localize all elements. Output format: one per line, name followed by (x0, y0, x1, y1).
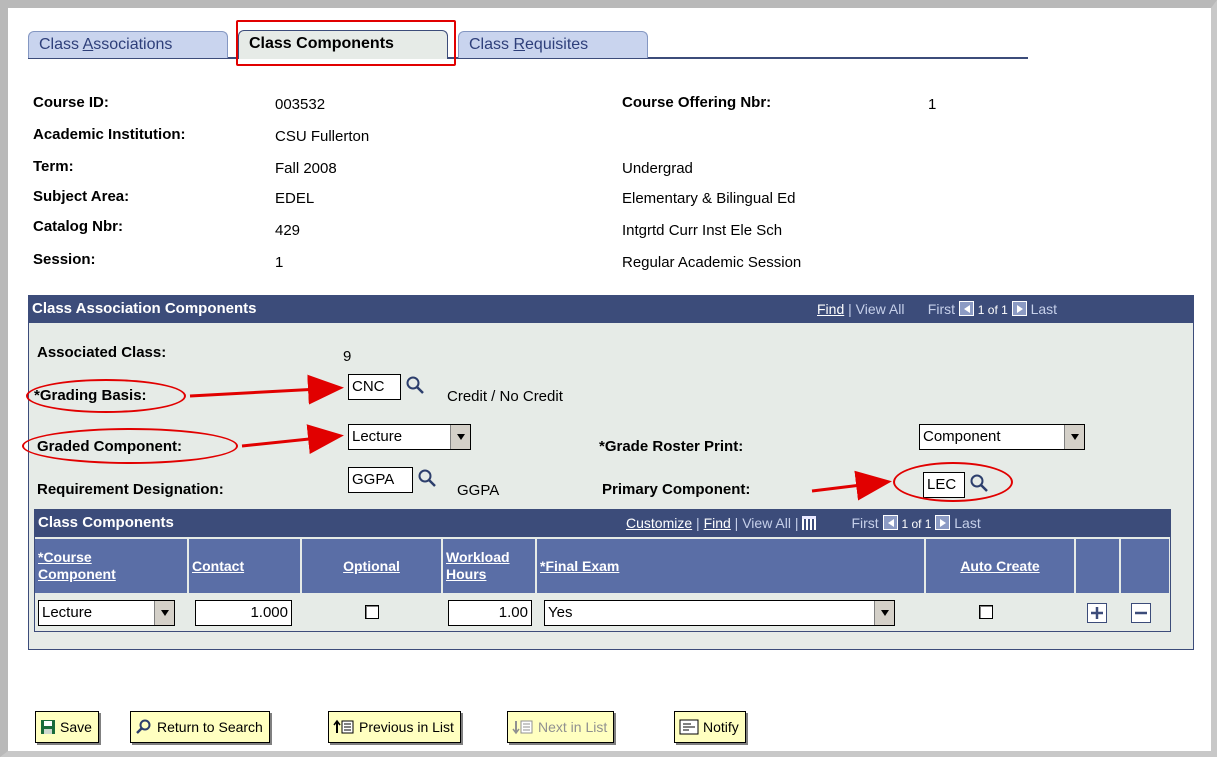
return-to-search-label: Return to Search (157, 719, 263, 735)
return-to-search-button[interactable]: Return to Search (130, 711, 270, 743)
save-button[interactable]: Save (35, 711, 99, 743)
previous-in-list-button[interactable]: Previous in List (328, 711, 461, 743)
primary-component-arrow (811, 470, 892, 501)
grading-basis-arrow (189, 374, 344, 405)
notify-label: Notify (703, 719, 739, 735)
search-return-icon (136, 719, 151, 734)
previous-in-list-label: Previous in List (359, 719, 454, 735)
graded-component-arrow (241, 424, 344, 455)
annotation-arrows (189, 374, 892, 501)
next-in-list-label: Next in List (538, 719, 608, 735)
floppy-disk-icon (41, 720, 55, 734)
save-label: Save (60, 719, 92, 735)
next-in-list-button[interactable]: Next in List (507, 711, 615, 743)
next-list-icon (512, 720, 533, 735)
previous-list-icon (333, 719, 354, 734)
notify-button[interactable]: Notify (674, 711, 746, 743)
notify-icon (679, 719, 699, 735)
